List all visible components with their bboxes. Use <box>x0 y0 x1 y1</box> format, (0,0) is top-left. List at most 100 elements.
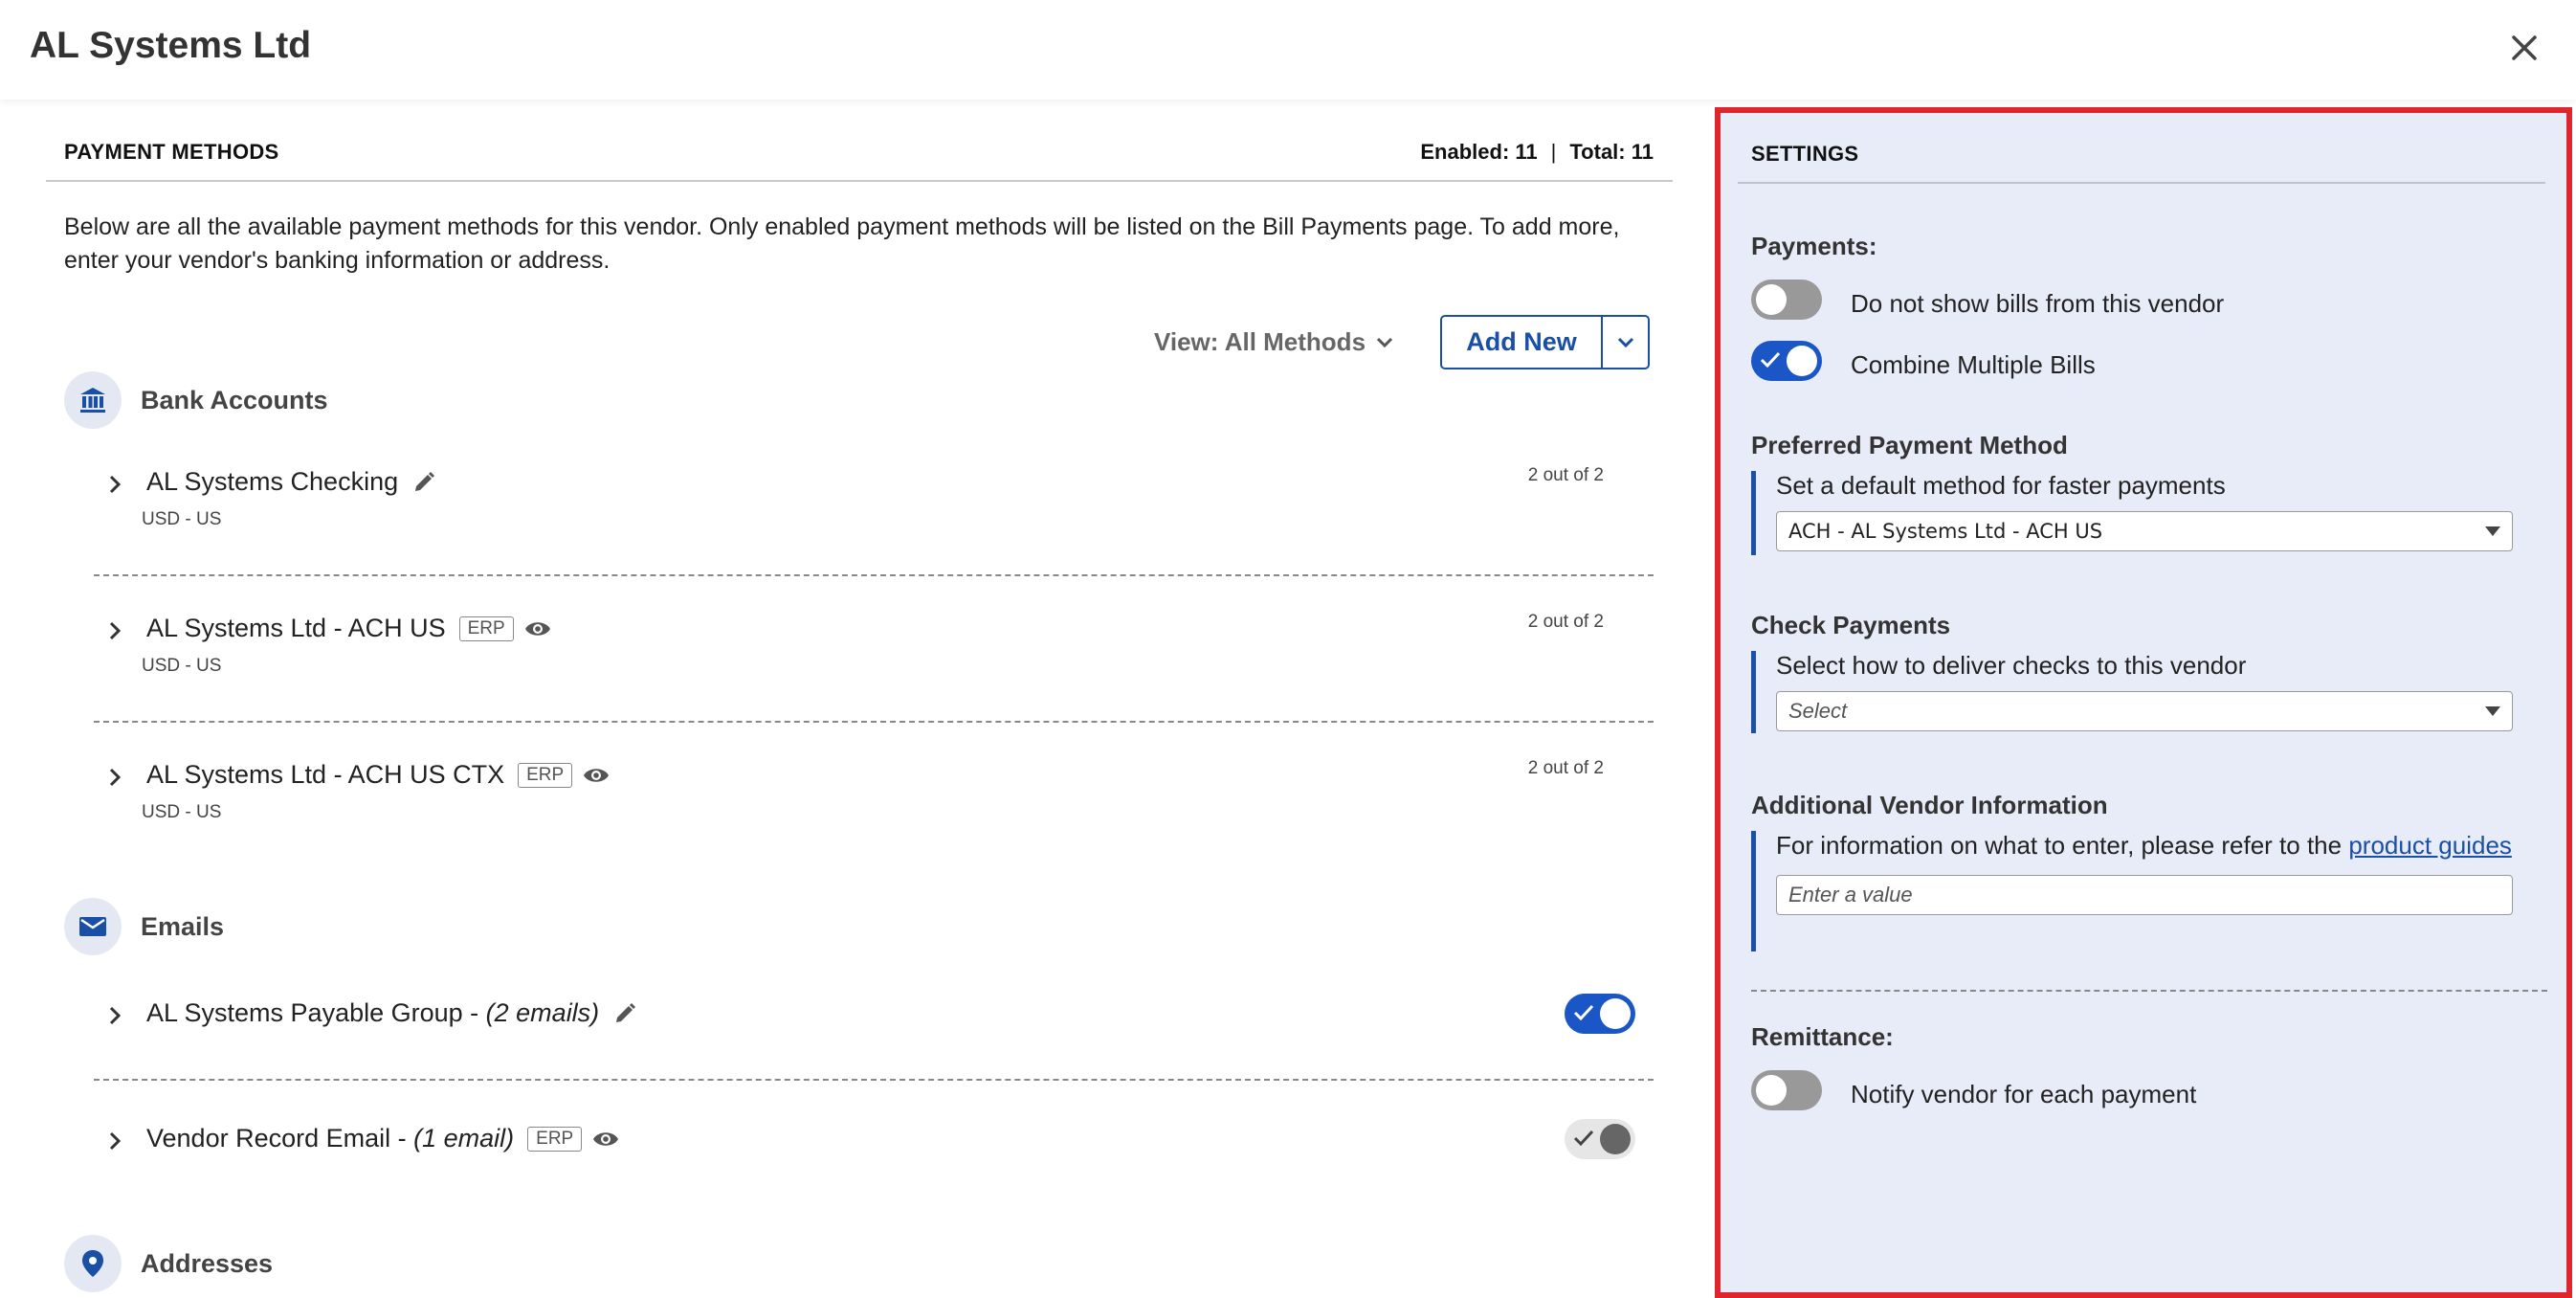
check-delivery-placeholder: Select <box>1788 699 1848 723</box>
email-group-name: AL Systems Payable Group - <box>146 998 486 1027</box>
toggle-knob <box>1756 284 1787 315</box>
bank-accounts-label: Bank Accounts <box>141 385 328 414</box>
enabled-methods-count: 2 out of 2 <box>1527 465 1604 485</box>
combine-bills-label: Combine Multiple Bills <box>1851 350 2096 379</box>
email-name: AL Systems Payable Group - (2 emails) <box>146 998 637 1028</box>
total-count: Total: 11 <box>1569 140 1654 164</box>
bank-account-name: AL Systems Ltd - ACH US ERP <box>146 614 552 643</box>
close-button[interactable] <box>2501 23 2547 73</box>
chevron-down-icon <box>1376 337 1393 347</box>
methods-count: Enabled: 11 | Total: 11 <box>1420 140 1654 165</box>
erp-badge: ERP <box>527 1126 583 1152</box>
view-filter-label: View: All Methods <box>1154 327 1366 356</box>
settings-panel: SETTINGS Payments: Do not show bills fro… <box>1715 107 2572 1298</box>
additional-info-block: For information on what to enter, please… <box>1751 831 2545 951</box>
hide-bills-label: Do not show bills from this vendor <box>1851 289 2225 318</box>
chevron-right-icon <box>109 475 122 494</box>
row-divider <box>94 574 1654 576</box>
enabled-count: Enabled: 11 <box>1420 140 1538 164</box>
hide-bills-toggle[interactable] <box>1751 280 1822 320</box>
product-guides-link[interactable]: product guides <box>2348 831 2512 860</box>
toggle-knob <box>1787 346 1817 376</box>
currency-country: USD - US <box>142 509 222 529</box>
view-filter-dropdown[interactable]: View: All Methods <box>1154 327 1394 357</box>
chevron-right-icon <box>109 621 122 640</box>
addresses-label: Addresses <box>141 1248 274 1278</box>
check-icon <box>1573 1004 1594 1021</box>
chevron-right-icon <box>109 1006 122 1025</box>
addresses-group: Addresses <box>64 1235 273 1292</box>
location-pin-icon <box>64 1235 122 1292</box>
email-label: Vendor Record Email - (1 email) <box>146 1124 514 1153</box>
check-payments-block: Select how to deliver checks to this ven… <box>1751 651 2545 733</box>
currency-country: USD - US <box>142 802 222 822</box>
chevron-right-icon <box>109 1131 122 1151</box>
emails-label: Emails <box>141 911 225 941</box>
close-icon[interactable] <box>2510 34 2539 62</box>
email-count: (1 email) <box>413 1124 515 1153</box>
expand-row-button[interactable] <box>103 615 126 646</box>
expand-row-button[interactable] <box>103 1000 126 1031</box>
vendor-title: AL Systems Ltd <box>30 25 312 66</box>
additional-info-input[interactable]: Enter a value <box>1776 875 2513 915</box>
payments-label: Payments: <box>1751 232 1877 260</box>
email-enabled-toggle[interactable] <box>1565 994 1635 1034</box>
expand-row-button[interactable] <box>103 1126 126 1156</box>
erp-badge: ERP <box>458 615 514 641</box>
remittance-label: Remittance: <box>1751 1022 1894 1051</box>
chevron-down-icon <box>1617 337 1633 347</box>
bank-accounts-group: Bank Accounts <box>64 371 328 429</box>
add-new-button[interactable]: Add New <box>1442 317 1603 368</box>
dropdown-arrow-icon <box>2485 706 2500 716</box>
eye-icon[interactable] <box>591 1129 620 1150</box>
check-delivery-select[interactable]: Select <box>1776 691 2513 731</box>
emails-group: Emails <box>64 898 224 955</box>
payment-methods-header: PAYMENT METHODS Enabled: 11 | Total: 11 <box>46 140 1673 182</box>
check-icon <box>1760 351 1781 369</box>
chevron-right-icon <box>109 768 122 787</box>
eye-icon[interactable] <box>523 618 552 639</box>
notify-vendor-label: Notify vendor for each payment <box>1851 1080 2197 1108</box>
additional-info-text: For information on what to enter, please… <box>1776 831 2349 860</box>
additional-info-label: Additional Vendor Information <box>1751 791 2108 819</box>
bank-account-label: AL Systems Ltd - ACH US CTX <box>146 760 505 789</box>
bank-account-name: AL Systems Ltd - ACH US CTX ERP <box>146 760 611 790</box>
bank-icon <box>64 371 122 429</box>
payment-methods-panel: PAYMENT METHODS Enabled: 11 | Total: 11 Be… <box>0 100 1703 1298</box>
preferred-method-desc: Set a default method for faster payments <box>1776 471 2226 500</box>
preferred-method-select[interactable]: ACH - AL Systems Ltd - ACH US <box>1776 511 2513 551</box>
eye-icon[interactable] <box>582 765 611 786</box>
currency-country: USD - US <box>142 656 222 676</box>
pencil-icon[interactable] <box>411 470 436 495</box>
enabled-methods-count: 2 out of 2 <box>1527 612 1604 632</box>
modal-header: AL Systems Ltd <box>0 0 2576 100</box>
notify-vendor-toggle[interactable] <box>1751 1070 1822 1110</box>
settings-divider <box>1751 990 2547 992</box>
erp-badge: ERP <box>518 762 573 788</box>
additional-info-desc: For information on what to enter, please… <box>1776 831 2512 861</box>
payment-methods-title: PAYMENT METHODS <box>64 140 279 164</box>
additional-info-placeholder: Enter a value <box>1788 883 1913 906</box>
preferred-method-value: ACH - AL Systems Ltd - ACH US <box>1788 520 2103 543</box>
preferred-method-block: Set a default method for faster payments… <box>1751 471 2545 555</box>
add-new-menu-button[interactable] <box>1603 317 1648 368</box>
bank-account-label: AL Systems Ltd - ACH US <box>146 614 446 642</box>
settings-header: SETTINGS <box>1738 142 2545 184</box>
email-record-name: Vendor Record Email - <box>146 1124 414 1153</box>
mail-icon <box>64 898 122 955</box>
combine-bills-toggle[interactable] <box>1751 341 1822 381</box>
pencil-icon[interactable] <box>612 1001 637 1026</box>
expand-row-button[interactable] <box>103 762 126 793</box>
email-enabled-toggle-locked <box>1565 1119 1635 1159</box>
toggle-knob <box>1756 1075 1787 1106</box>
check-payments-label: Check Payments <box>1751 611 1951 639</box>
expand-row-button[interactable] <box>103 469 126 500</box>
toggle-knob <box>1600 1124 1631 1154</box>
settings-title: SETTINGS <box>1751 142 1859 166</box>
email-name: Vendor Record Email - (1 email) ERP <box>146 1124 620 1153</box>
intro-text: Below are all the available payment meth… <box>64 213 1620 274</box>
email-label: AL Systems Payable Group - (2 emails) <box>146 998 599 1028</box>
dropdown-arrow-icon <box>2485 526 2500 536</box>
row-divider <box>94 1079 1654 1081</box>
preferred-method-label: Preferred Payment Method <box>1751 431 2068 459</box>
